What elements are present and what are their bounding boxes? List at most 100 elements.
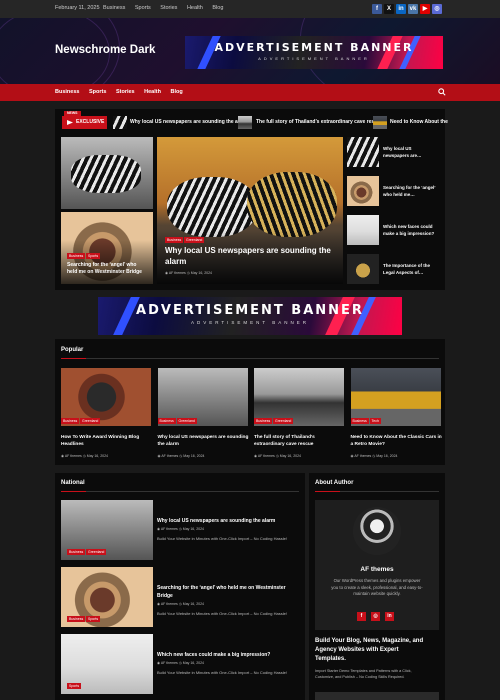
- category-badge[interactable]: Business: [254, 418, 273, 424]
- popular-post-title[interactable]: The full story of Thailand’s extraordinar…: [254, 434, 315, 448]
- linkedin-icon[interactable]: in: [385, 612, 394, 621]
- header-ad-banner[interactable]: ADVERTISEMENT BANNER ADVERTISEMENT BANNE…: [185, 36, 443, 69]
- top-nav-health[interactable]: Health: [187, 5, 203, 11]
- current-date: February 11, 2025: [55, 5, 100, 11]
- category-badge[interactable]: Sports: [86, 616, 101, 622]
- top-nav-blog[interactable]: Blog: [212, 5, 223, 11]
- post-date: May 16, 2024: [183, 454, 205, 458]
- author-name[interactable]: AF themes: [161, 661, 178, 665]
- section-divider: [86, 358, 439, 359]
- avatar[interactable]: [353, 507, 401, 555]
- category-badge[interactable]: Business: [165, 237, 184, 243]
- category-badge[interactable]: Business: [61, 418, 80, 424]
- category-badge[interactable]: Sports: [86, 253, 101, 259]
- youtube-icon[interactable]: ▶: [420, 4, 430, 14]
- post-date: May 16, 2024: [182, 661, 204, 665]
- post-meta: ◉ AF themes ◷ May 16, 2024: [157, 527, 204, 531]
- post-date: May 16, 2024: [190, 271, 213, 275]
- exclusive-label: EXCLUSIVE: [76, 119, 105, 125]
- main-post-title[interactable]: Why local US newspapers are sounding the…: [165, 245, 331, 267]
- ticker-thumb[interactable]: [238, 116, 252, 129]
- author-bio: Our WordPress themes and plugins empower…: [331, 578, 423, 596]
- nav-sports[interactable]: Sports: [89, 89, 106, 95]
- search-icon[interactable]: [438, 88, 446, 96]
- top-nav-stories[interactable]: Stories: [160, 5, 177, 11]
- category-badge[interactable]: Sports: [67, 683, 82, 689]
- author-name[interactable]: AF themes: [354, 454, 371, 458]
- ad-title: ADVERTISEMENT BANNER: [136, 303, 364, 318]
- national-post-title[interactable]: Why local US newspapers are sounding the…: [157, 517, 302, 525]
- post-meta: ◉ AF themes ◷ May 16, 2024: [351, 454, 398, 458]
- left-top-post-image[interactable]: [61, 137, 153, 209]
- instagram-icon[interactable]: ◎: [371, 612, 380, 621]
- promo-title[interactable]: Build Your Blog, News, Magazine, and Agen…: [315, 637, 423, 664]
- right-list-title[interactable]: Which new faces could make a big impressi…: [383, 224, 434, 237]
- exclusive-badge: NEWS EXCLUSIVE: [62, 111, 107, 129]
- linkedin-icon[interactable]: in: [396, 4, 406, 14]
- category-badge[interactable]: Greenland: [184, 237, 205, 243]
- category-badge[interactable]: Tech: [369, 418, 381, 424]
- ticker-item[interactable]: Why local US newspapers are sounding the…: [130, 116, 248, 129]
- facebook-icon[interactable]: f: [357, 612, 366, 621]
- nav-stories[interactable]: Stories: [116, 89, 135, 95]
- right-list-thumb[interactable]: [347, 254, 379, 284]
- category-badge[interactable]: Business: [67, 549, 86, 555]
- ticker-item[interactable]: Need to Know About the: [390, 116, 448, 129]
- author-name[interactable]: AF themes: [65, 454, 82, 458]
- author-name[interactable]: AF themes: [258, 454, 275, 458]
- right-list-thumb[interactable]: [347, 137, 379, 167]
- popular-post-title[interactable]: Why local US newspapers are sounding the …: [158, 434, 249, 448]
- nav-health[interactable]: Health: [144, 89, 161, 95]
- ticker-thumb[interactable]: [373, 116, 387, 129]
- right-list-thumb[interactable]: [347, 176, 379, 206]
- author-name[interactable]: AF themes: [169, 271, 186, 275]
- national-post-title[interactable]: Searching for the ‘angel’ who held me on…: [157, 584, 302, 600]
- category-badge[interactable]: Greenland: [176, 418, 197, 424]
- right-list-title[interactable]: Searching for the ‘angel’ who held me…: [383, 185, 436, 198]
- category-badge[interactable]: Business: [67, 253, 86, 259]
- nav-business[interactable]: Business: [55, 89, 79, 95]
- x-icon[interactable]: X: [384, 4, 394, 14]
- ticker-item[interactable]: The full story of Thailand’s extraordina…: [256, 116, 383, 129]
- category-badge[interactable]: Business: [157, 418, 176, 424]
- top-bar: February 11, 2025 Business Sports Storie…: [0, 0, 500, 18]
- category-badge[interactable]: Greenland: [273, 418, 294, 424]
- ticker-thumb[interactable]: [113, 116, 127, 129]
- ad-subtitle: ADVERTISEMENT BANNER: [258, 56, 370, 61]
- nav-blog[interactable]: Blog: [170, 89, 182, 95]
- top-nav: Business Sports Stories Health Blog: [103, 5, 231, 11]
- facebook-icon[interactable]: f: [372, 4, 382, 14]
- post-meta: ◉ AF themes ◷ May 16, 2024: [157, 602, 204, 606]
- author-name[interactable]: AF themes: [315, 566, 439, 573]
- right-list-title[interactable]: The Importance of the Legal Aspects of…: [383, 263, 430, 276]
- post-date: May 16, 2024: [182, 527, 204, 531]
- post-date: May 16, 2024: [86, 454, 108, 458]
- promo-image[interactable]: [315, 692, 439, 700]
- popular-post-title[interactable]: Need to Know About the Classic Cars in a …: [351, 434, 442, 448]
- main-nav: Business Sports Stories Health Blog: [0, 84, 500, 101]
- popular-post-title[interactable]: How To Write Award Winning Blog Headlines: [61, 434, 139, 448]
- author-name[interactable]: AF themes: [161, 454, 178, 458]
- right-list-thumb[interactable]: [347, 215, 379, 245]
- site-title[interactable]: Newschrome Dark: [55, 44, 155, 56]
- top-nav-sports[interactable]: Sports: [135, 5, 151, 11]
- mid-ad-banner[interactable]: ADVERTISEMENT BANNER ADVERTISEMENT BANNE…: [98, 297, 402, 335]
- post-meta: ◉ AF themes ◷ May 16, 2024: [254, 454, 301, 458]
- vk-icon[interactable]: vk: [408, 4, 418, 14]
- category-badge[interactable]: Greenland: [86, 549, 107, 555]
- author-name[interactable]: AF themes: [161, 602, 178, 606]
- news-flash-label: NEWS: [64, 111, 81, 116]
- category-badge[interactable]: Business: [67, 616, 86, 622]
- category-badge[interactable]: Business: [350, 418, 369, 424]
- national-post-title[interactable]: Which new faces could make a big impress…: [157, 651, 302, 659]
- left-bottom-post-title[interactable]: Searching for the ‘angel’ who held me on …: [67, 262, 142, 276]
- right-list-title[interactable]: Why local US newspapers are…: [383, 146, 422, 159]
- instagram-icon[interactable]: ◎: [432, 4, 442, 14]
- section-divider: [86, 491, 299, 492]
- main-post-meta: ◉ AF themes ◷ May 16, 2024: [165, 271, 212, 275]
- post-date: May 16, 2024: [182, 602, 204, 606]
- author-name[interactable]: AF themes: [161, 527, 178, 531]
- post-meta: ◉ AF themes ◷ May 16, 2024: [158, 454, 205, 458]
- top-nav-business[interactable]: Business: [103, 5, 125, 11]
- category-badge[interactable]: Greenland: [80, 418, 101, 424]
